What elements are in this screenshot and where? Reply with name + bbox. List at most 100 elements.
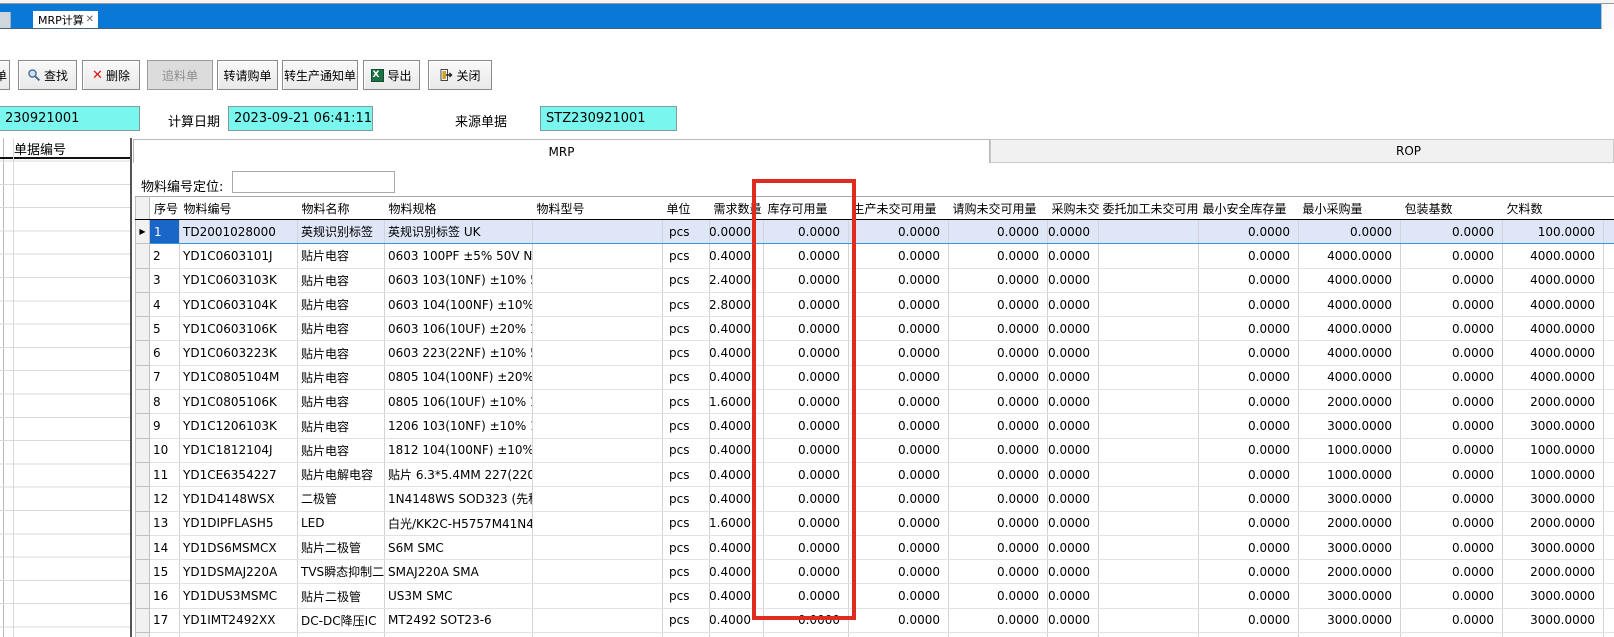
cell-minbuy[interactable]: 3000.0000 <box>1299 608 1401 632</box>
cell-minbuy[interactable]: 2000.0000 <box>1299 560 1401 584</box>
table-row[interactable]: 14YD1DS6MSMCX贴片二极管S6M SMCpcs100.40000.00… <box>136 535 1614 559</box>
cell-req[interactable]: 0.0000 <box>949 390 1048 414</box>
cell-prod[interactable]: 0.0000 <box>849 487 949 511</box>
table-row[interactable]: 15YD1DSMAJ220ATVS瞬态抑制二极SMAJ220A SMApcs10… <box>136 560 1614 584</box>
cell-seq[interactable]: 12 <box>150 487 180 511</box>
document-list[interactable] <box>0 159 130 637</box>
row-header-cell[interactable] <box>136 438 150 462</box>
cell-req[interactable]: 0.0000 <box>949 414 1048 438</box>
cell-seq[interactable]: 4 <box>150 292 180 316</box>
cell-outsrc[interactable] <box>1099 535 1199 559</box>
row-header-cell[interactable] <box>136 268 150 292</box>
cell-demand[interactable]: 100.4000 <box>710 438 764 462</box>
cell-blank[interactable] <box>1604 292 1614 316</box>
cell-safety[interactable]: 0.0000 <box>1199 341 1299 365</box>
cell-purch[interactable]: 0.0000 <box>1048 390 1099 414</box>
cell-stock[interactable]: 0.0000 <box>764 414 849 438</box>
cell-minbuy[interactable]: 0.0000 <box>1299 220 1401 244</box>
cell-pack[interactable]: 0.0000 <box>1401 584 1503 608</box>
cell-demand[interactable]: 100.4000 <box>710 414 764 438</box>
column-header-minbuy[interactable]: 最小采购量 <box>1299 197 1401 220</box>
cell-name[interactable]: 贴片电容 <box>298 341 385 365</box>
cell-pack[interactable]: 0.0000 <box>1401 487 1503 511</box>
cell-prod[interactable]: 0.0000 <box>849 390 949 414</box>
cell-unit[interactable]: pcs <box>663 244 710 268</box>
cell-minbuy[interactable]: 4000.0000 <box>1299 365 1401 389</box>
cell-code[interactable]: YD1DIPFLASH5 <box>180 511 298 535</box>
column-header-short[interactable]: 欠料数 <box>1503 197 1604 220</box>
cell-unit[interactable]: pcs <box>663 608 710 632</box>
cell-blank[interactable] <box>1604 487 1614 511</box>
cell-short[interactable]: 3000.0000 <box>1503 414 1604 438</box>
cell-blank[interactable] <box>1604 438 1614 462</box>
cell-name[interactable]: 贴片电容 <box>298 244 385 268</box>
cell-demand[interactable]: 100.4000 <box>710 244 764 268</box>
cell-pack[interactable]: 0.0000 <box>1401 268 1503 292</box>
cell-stock[interactable]: 0.0000 <box>764 584 849 608</box>
cell-minbuy[interactable]: 3000.0000 <box>1299 535 1401 559</box>
cell-code[interactable]: TD2001028000 <box>180 220 298 244</box>
cell-req[interactable]: 0.0000 <box>949 608 1048 632</box>
cell-spec[interactable]: 0603 223(22NF) ±10% 50V <box>385 341 533 365</box>
cell-blank[interactable] <box>1604 390 1614 414</box>
table-row[interactable]: 11YD1CE6354227贴片电解电容贴片 6.3*5.4MM 227(220… <box>136 462 1614 486</box>
cell-minbuy[interactable]: 4000.0000 <box>1299 268 1401 292</box>
cell-prod[interactable]: 0.0000 <box>849 462 949 486</box>
cell-seq[interactable]: 5 <box>150 317 180 341</box>
cell-blank[interactable] <box>1604 633 1614 637</box>
cell-minbuy[interactable]: 4000.0000 <box>1299 292 1401 316</box>
cell-outsrc[interactable] <box>1099 487 1199 511</box>
cell-demand[interactable]: 502.4000 <box>710 268 764 292</box>
cell-blank[interactable] <box>1604 608 1614 632</box>
cell-short[interactable]: 1000.0000 <box>1503 462 1604 486</box>
cell-safety[interactable]: 0.0000 <box>1199 292 1299 316</box>
cell-spec[interactable]: US3M SMC <box>385 584 533 608</box>
column-header-safety[interactable]: 最小安全库存量 <box>1199 197 1299 220</box>
partial-button[interactable]: 单 <box>0 60 10 90</box>
cell-short[interactable]: 4000.0000 <box>1503 292 1604 316</box>
cell-short[interactable]: 100.0000 <box>1503 220 1604 244</box>
cell-model[interactable] <box>533 511 663 535</box>
cell-stock[interactable]: 0.0000 <box>764 365 849 389</box>
cell-blank[interactable] <box>1604 244 1614 268</box>
cell-stock[interactable]: 0.0000 <box>764 511 849 535</box>
cell-model[interactable] <box>533 438 663 462</box>
cell-name[interactable]: 二极管 <box>298 487 385 511</box>
cell-unit[interactable]: pcs <box>663 390 710 414</box>
cell-stock[interactable]: 0.0000 <box>764 487 849 511</box>
cell-code[interactable]: YD1D4148WSX <box>180 487 298 511</box>
cell-spec[interactable]: 贴片 6.3*5.4MM 227(220UF <box>385 462 533 486</box>
cell-stock[interactable] <box>764 633 849 637</box>
cell-req[interactable]: 0.0000 <box>949 560 1048 584</box>
cell-unit[interactable] <box>663 633 710 637</box>
table-row[interactable]: 10YD1C1812104J贴片电容1812 104(100NF) ±10% 6… <box>136 438 1614 462</box>
cell-outsrc[interactable] <box>1099 414 1199 438</box>
cell-name[interactable]: TVS瞬态抑制二极 <box>298 560 385 584</box>
cell-purch[interactable]: 0.0000 <box>1048 462 1099 486</box>
cell-seq[interactable]: 6 <box>150 341 180 365</box>
cell-outsrc[interactable] <box>1099 390 1199 414</box>
cell-spec[interactable]: 0805 104(100NF) ±20% 10 <box>385 365 533 389</box>
cell-req[interactable]: 0.0000 <box>949 220 1048 244</box>
cell-req[interactable]: 0.0000 <box>949 244 1048 268</box>
column-header-blank[interactable] <box>136 197 150 220</box>
cell-seq[interactable]: 10 <box>150 438 180 462</box>
cell-safety[interactable]: 0.0000 <box>1199 390 1299 414</box>
cell-prod[interactable]: 0.0000 <box>849 608 949 632</box>
column-header-stock[interactable]: 库存可用量 <box>764 197 849 220</box>
cell-short[interactable]: 1000.0000 <box>1503 438 1604 462</box>
cell-code[interactable]: YD1IMT2492XX <box>180 608 298 632</box>
cell-model[interactable] <box>533 341 663 365</box>
cell-safety[interactable]: 0.0000 <box>1199 414 1299 438</box>
cell-stock[interactable]: 0.0000 <box>764 438 849 462</box>
cell-spec[interactable]: 白光/KK2C-H5757M41N42 <box>385 511 533 535</box>
row-header-cell[interactable] <box>136 244 150 268</box>
column-header-pack[interactable]: 包装基数 <box>1401 197 1503 220</box>
cell-code[interactable] <box>180 633 298 637</box>
cell-prod[interactable]: 0.0000 <box>849 365 949 389</box>
table-row[interactable]: 9YD1C1206103K贴片电容1206 103(10NF) ±10% 100… <box>136 414 1614 438</box>
cell-purch[interactable]: 0.0000 <box>1048 584 1099 608</box>
row-header-cell[interactable] <box>136 560 150 584</box>
cell-minbuy[interactable]: 3000.0000 <box>1299 487 1401 511</box>
cell-safety[interactable]: 0.0000 <box>1199 487 1299 511</box>
